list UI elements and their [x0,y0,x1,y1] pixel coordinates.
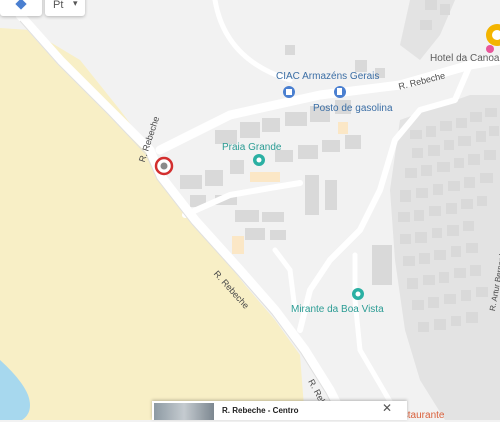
poi-hotel-small-icon[interactable] [486,45,494,53]
beach-label[interactable]: Praia Grande [222,142,281,154]
hotel-label[interactable]: Hotel da Canoa [430,53,500,65]
language-label: Pt [53,0,64,11]
language-selector[interactable]: Pt ▾ [45,0,85,16]
directions-button[interactable] [0,0,42,16]
place-card-title: R. Rebeche - Centro [222,406,299,415]
lookout-label[interactable]: Mirante da Boa Vista [291,304,384,316]
selected-location-pin-icon[interactable] [154,156,174,176]
close-icon[interactable]: ✕ [382,401,392,415]
poi-beach-icon[interactable] [253,154,265,166]
warehouse-label[interactable]: CIAC Armazéns Gerais [276,71,379,83]
poi-gas-station-icon[interactable] [334,86,346,98]
place-info-card[interactable]: R. Rebeche - Centro ✕ [152,401,407,420]
caret-down-icon: ▾ [73,0,78,8]
poi-warehouse-icon[interactable] [283,86,295,98]
directions-icon [15,0,27,10]
poi-lookout-icon[interactable] [352,288,364,300]
gas-station-label[interactable]: Posto de gasolina [313,103,393,115]
place-thumbnail[interactable] [154,403,214,420]
map-canvas[interactable] [0,0,500,420]
